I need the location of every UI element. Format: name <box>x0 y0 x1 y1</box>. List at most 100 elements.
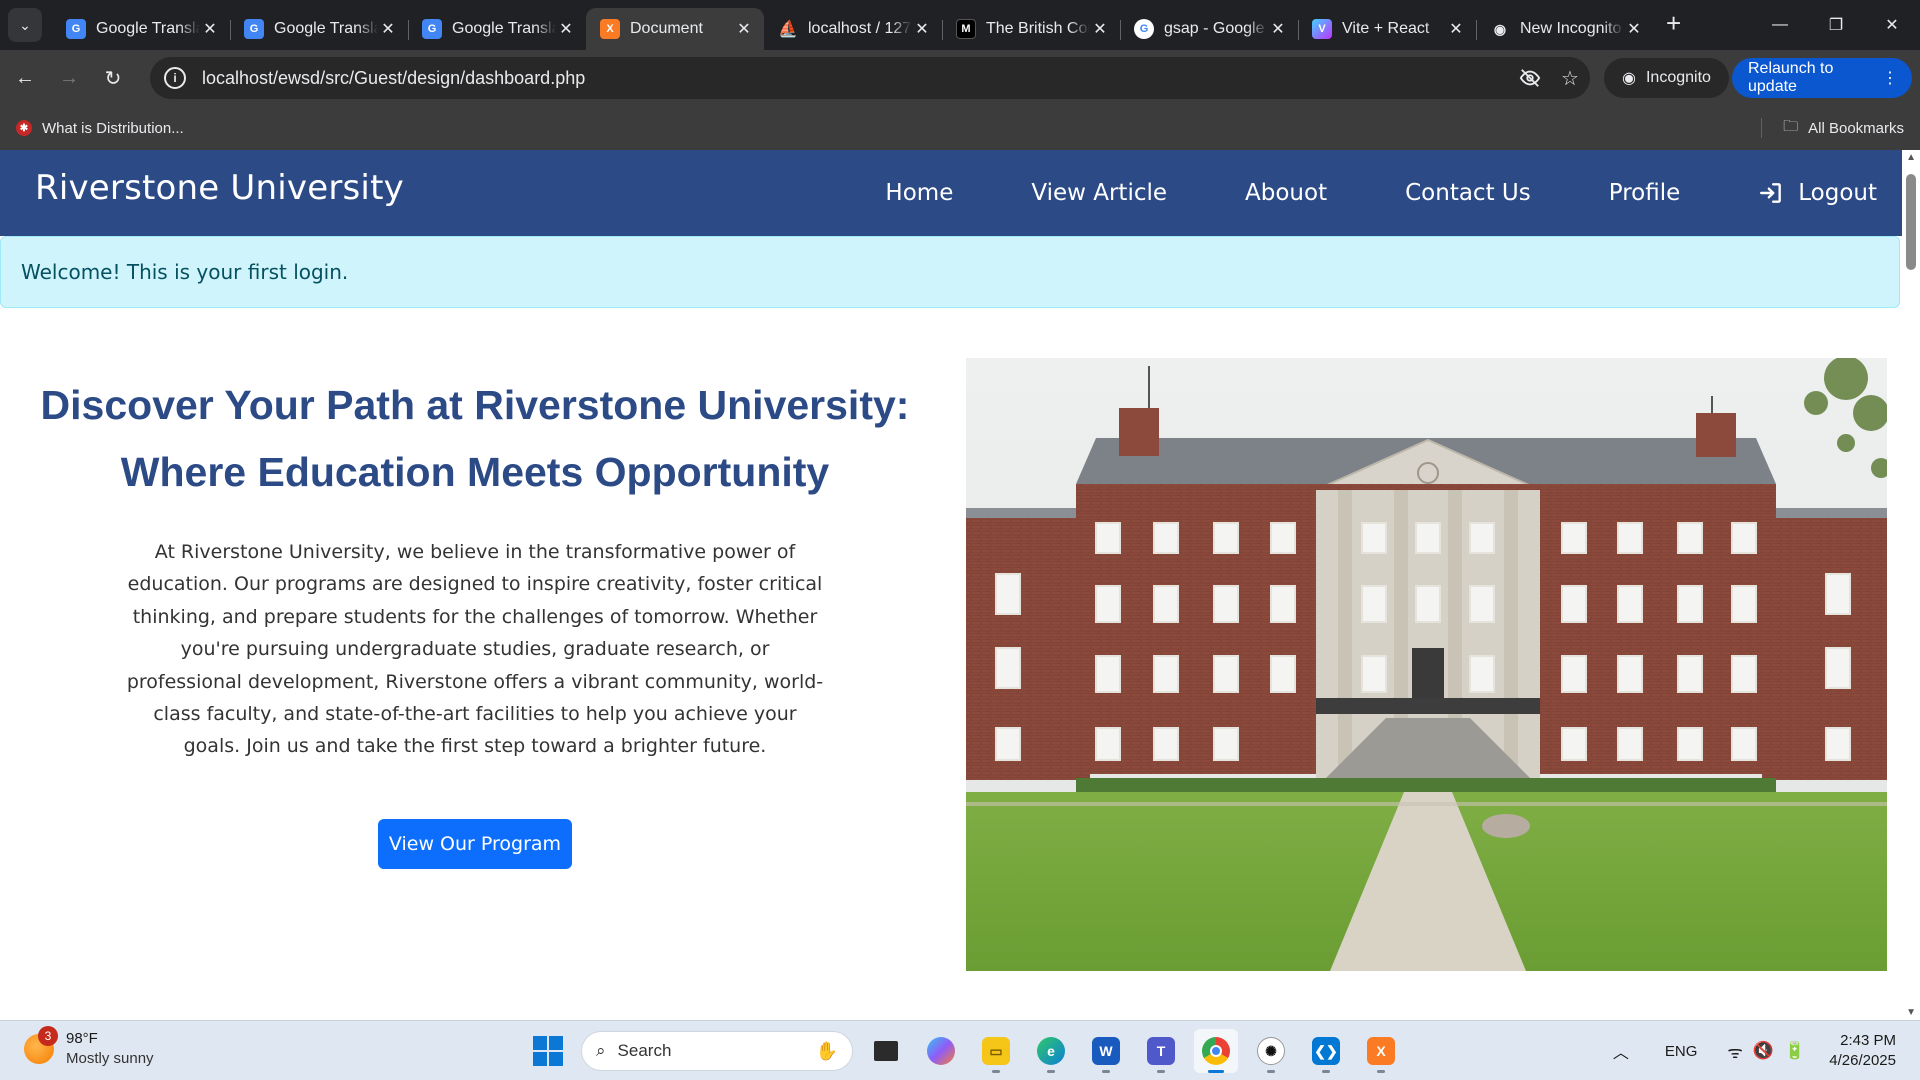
tab-title: Google Translate <box>452 20 556 37</box>
bookmark-star-icon[interactable]: ☆ <box>1550 66 1590 91</box>
logout-icon <box>1760 183 1782 203</box>
show-hidden-icons-chevron-icon[interactable]: ︿ <box>1613 1039 1629 1063</box>
vscode-icon[interactable]: ❮❯ <box>1304 1029 1348 1073</box>
teams-icon[interactable]: T <box>1139 1029 1183 1073</box>
tab-search-button[interactable]: ⌄ <box>8 8 42 42</box>
browser-tab-active[interactable]: X Document ✕ <box>586 8 764 50</box>
relaunch-label: Relaunch to update <box>1748 60 1834 95</box>
minimize-icon[interactable]: — <box>1752 0 1808 50</box>
windows-start-icon[interactable] <box>526 1029 570 1073</box>
vite-icon: V <box>1312 19 1332 39</box>
nav-link-profile[interactable]: Profile <box>1609 180 1681 206</box>
task-view-icon[interactable] <box>864 1029 908 1073</box>
close-icon[interactable]: ✕ <box>1624 19 1644 39</box>
battery-icon[interactable]: 🔋 <box>1784 1041 1805 1061</box>
view-program-button[interactable]: View Our Program <box>377 818 573 869</box>
hero-paragraph: At Riverstone University, we believe in … <box>126 541 824 758</box>
page-viewport: Riverstone University Home View Article … <box>0 150 1920 1020</box>
eye-off-icon[interactable] <box>1510 67 1550 89</box>
incognito-label: Incognito <box>1645 69 1711 86</box>
close-icon[interactable]: ✕ <box>1090 19 1110 39</box>
more-menu-icon[interactable]: ⋮ <box>1882 68 1898 88</box>
close-icon[interactable]: ✕ <box>200 19 220 39</box>
weather-widget[interactable]: 3 98°F Mostly sunny <box>24 1026 154 1069</box>
close-icon[interactable]: ✕ <box>378 19 398 39</box>
site-info-icon[interactable]: i <box>164 67 186 89</box>
close-icon[interactable]: ✕ <box>734 19 754 39</box>
forward-arrow-icon[interactable]: → <box>50 59 88 97</box>
all-bookmarks-button[interactable]: 🗀 All Bookmarks <box>1761 106 1904 150</box>
nav-link-contact-us[interactable]: Contact Us <box>1405 180 1531 206</box>
scroll-down-arrow-icon[interactable]: ▼ <box>1906 1007 1916 1018</box>
browser-tab[interactable]: G Google Translate ✕ <box>52 8 230 50</box>
speaker-muted-icon[interactable]: 🔇 <box>1753 1041 1774 1061</box>
browser-tab[interactable]: G Google Translate ✕ <box>230 8 408 50</box>
browser-tab[interactable]: M The British Council ✕ <box>942 8 1120 50</box>
address-bar[interactable]: i localhost/ewsd/src/Guest/design/dashbo… <box>150 57 1590 99</box>
search-placeholder: Search <box>617 1041 672 1060</box>
alert-message: Welcome! This is your first login. <box>21 260 349 284</box>
nav-link-about[interactable]: Abouot <box>1245 180 1327 206</box>
close-icon[interactable]: ✕ <box>912 19 932 39</box>
restore-icon[interactable]: ❐ <box>1808 0 1864 50</box>
browser-tab[interactable]: G gsap - Google Search ✕ <box>1120 8 1298 50</box>
chrome-icon[interactable] <box>1194 1029 1238 1073</box>
incognito-chip[interactable]: ◉ Incognito <box>1604 58 1729 98</box>
nav-link-logout[interactable]: Logout <box>1758 180 1877 206</box>
scroll-up-arrow-icon[interactable]: ▲ <box>1906 152 1916 163</box>
tab-title: Google Translate <box>96 20 200 37</box>
google-icon: G <box>1134 19 1154 39</box>
edge-icon[interactable]: e <box>1029 1029 1073 1073</box>
bookmark-label: What is Distribution... <box>42 119 184 137</box>
browser-tab[interactable]: ⛵ localhost / 127.0.0.1 ✕ <box>764 8 942 50</box>
xampp-icon[interactable]: X <box>1359 1029 1403 1073</box>
weather-condition: Mostly sunny <box>66 1050 154 1067</box>
phpmyadmin-icon: ⛵ <box>778 21 798 38</box>
incognito-icon: ◉ <box>1493 20 1507 37</box>
google-translate-icon: G <box>244 19 264 39</box>
welcome-alert: Welcome! This is your first login. <box>0 236 1900 308</box>
folder-icon: 🗀 <box>1783 117 1799 135</box>
close-icon[interactable]: ✕ <box>556 19 576 39</box>
tab-title: The British Council <box>986 20 1090 37</box>
relaunch-button[interactable]: Relaunch to update ⋮ <box>1732 58 1912 98</box>
windows-taskbar: 3 98°F Mostly sunny ⌕ Search ✋ ▭ e W T ✺… <box>0 1020 1920 1080</box>
reload-icon[interactable]: ↻ <box>94 59 132 97</box>
tab-title: Vite + React <box>1342 20 1430 37</box>
google-translate-icon: G <box>66 19 86 39</box>
back-arrow-icon[interactable]: ← <box>6 59 44 97</box>
browser-tab[interactable]: G Google Translate ✕ <box>408 8 586 50</box>
close-icon[interactable]: ✕ <box>1446 19 1466 39</box>
close-window-icon[interactable]: ✕ <box>1864 0 1920 50</box>
browser-toolbar: ← → ↻ i localhost/ewsd/src/Guest/design/… <box>0 50 1920 106</box>
taskbar-search[interactable]: ⌕ Search ✋ <box>581 1031 853 1071</box>
bookmark-item[interactable]: ✱ What is Distribution... <box>16 120 184 137</box>
browser-tab[interactable]: V Vite + React ✕ <box>1298 8 1476 50</box>
language-indicator[interactable]: ENG <box>1665 1043 1698 1060</box>
scrollbar-thumb[interactable] <box>1906 174 1916 270</box>
page-scrollbar[interactable]: ▲ ▼ <box>1902 150 1920 1020</box>
all-bookmarks-label: All Bookmarks <box>1808 119 1904 137</box>
browser-tab[interactable]: ◉ New Incognito Tab ✕ <box>1476 8 1654 50</box>
university-building-image <box>966 358 1887 971</box>
nav-link-view-article[interactable]: View Article <box>1031 180 1167 206</box>
google-translate-icon: G <box>422 19 442 39</box>
wifi-icon[interactable]: ᯤ <box>1727 1040 1743 1063</box>
taskbar-clock[interactable]: 2:43 PM 4/26/2025 <box>1829 1031 1896 1071</box>
clock-time: 2:43 PM <box>1840 1032 1896 1049</box>
bookmark-favicon-icon: ✱ <box>16 120 32 136</box>
file-explorer-icon[interactable]: ▭ <box>974 1029 1018 1073</box>
copilot-icon[interactable] <box>919 1029 963 1073</box>
url-text[interactable]: localhost/ewsd/src/Guest/design/dashboar… <box>202 68 1510 89</box>
new-tab-plus-icon[interactable]: + <box>1666 8 1681 39</box>
word-icon[interactable]: W <box>1084 1029 1128 1073</box>
nav-menu: Home View Article Abouot Contact Us Prof… <box>807 150 1877 236</box>
site-brand[interactable]: Riverstone University <box>35 168 404 208</box>
nav-link-home[interactable]: Home <box>885 180 953 206</box>
taskbar-apps: ⌕ Search ✋ ▭ e W T ✺ ❮❯ X <box>526 1029 1403 1073</box>
clock-date: 4/26/2025 <box>1829 1052 1896 1069</box>
close-icon[interactable]: ✕ <box>1268 19 1288 39</box>
hero-section: Discover Your Path at Riverstone Univers… <box>0 372 950 869</box>
chatgpt-icon[interactable]: ✺ <box>1249 1029 1293 1073</box>
tab-title: Google Translate <box>274 20 378 37</box>
